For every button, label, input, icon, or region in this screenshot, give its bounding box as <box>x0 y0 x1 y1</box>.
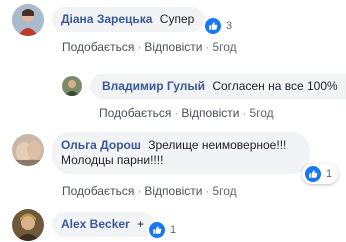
comment-text-line2: Молодцы парни!!!! <box>61 153 164 167</box>
comment-item: Діана Зарецька Супер 3 Подобається · Відпо… <box>0 0 346 70</box>
reaction-count[interactable]: 1 <box>302 164 339 184</box>
comment-item: Ольга Дорош Зрелище неимоверное!!! Молод… <box>0 124 346 202</box>
separator: · <box>137 40 142 54</box>
comment-bubble: Діана Зарецька Супер <box>52 7 205 32</box>
comment-item: Alex Becker + 1 <box>0 205 346 242</box>
avatar[interactable] <box>12 134 44 166</box>
reaction-count[interactable]: 1 <box>148 221 176 239</box>
separator: · <box>205 40 210 54</box>
separator: · <box>137 184 142 198</box>
comment-bubble: Alex Becker + <box>52 212 155 237</box>
comment-author[interactable]: Alex Becker <box>61 217 130 231</box>
reaction-count-value: 3 <box>226 20 233 32</box>
timestamp[interactable]: 5год <box>212 184 236 198</box>
comment-text: Супер <box>159 12 195 26</box>
reply-link[interactable]: Відповісти <box>144 184 202 198</box>
reply-item: Владимир Гулый Согласен на все 100% Подо… <box>0 70 346 120</box>
like-icon <box>304 165 322 183</box>
comment-text: Зрелище неимоверное!!! <box>148 138 287 152</box>
like-icon <box>148 221 166 239</box>
timestamp[interactable]: 5год <box>212 40 236 54</box>
avatar[interactable] <box>12 4 44 36</box>
comment-author[interactable]: Діана Зарецька <box>61 12 152 26</box>
like-icon <box>204 17 222 35</box>
separator: · <box>242 106 247 120</box>
comment-actions: Подобається · Відповісти · 5год <box>62 40 237 54</box>
comment-bubble: Ольга Дорош Зрелище неимоверное!!! Молод… <box>52 132 310 174</box>
timestamp[interactable]: 5год <box>249 106 273 120</box>
comment-bubble: Владимир Гулый Согласен на все 100% <box>90 74 346 99</box>
comment-actions: Подобається · Відповісти · 5год <box>99 106 274 120</box>
comment-author[interactable]: Владимир Гулый <box>102 79 205 93</box>
like-link[interactable]: Подобається <box>62 40 134 54</box>
like-link[interactable]: Подобається <box>99 106 171 120</box>
comment-actions: Подобається · Відповісти · 5год <box>62 184 237 198</box>
comment-text: Согласен на все 100% <box>212 79 338 93</box>
separator: · <box>174 106 179 120</box>
reaction-count-value: 1 <box>170 224 177 236</box>
like-link[interactable]: Подобається <box>62 184 134 198</box>
avatar[interactable] <box>12 209 44 241</box>
reaction-count-value: 1 <box>326 168 333 180</box>
reply-link[interactable]: Відповісти <box>181 106 239 120</box>
reaction-count[interactable]: 3 <box>204 17 232 35</box>
comment-author[interactable]: Ольга Дорош <box>61 138 141 152</box>
separator: · <box>205 184 210 198</box>
reply-link[interactable]: Відповісти <box>144 40 202 54</box>
comment-text: + <box>137 217 145 231</box>
avatar[interactable] <box>62 76 82 96</box>
